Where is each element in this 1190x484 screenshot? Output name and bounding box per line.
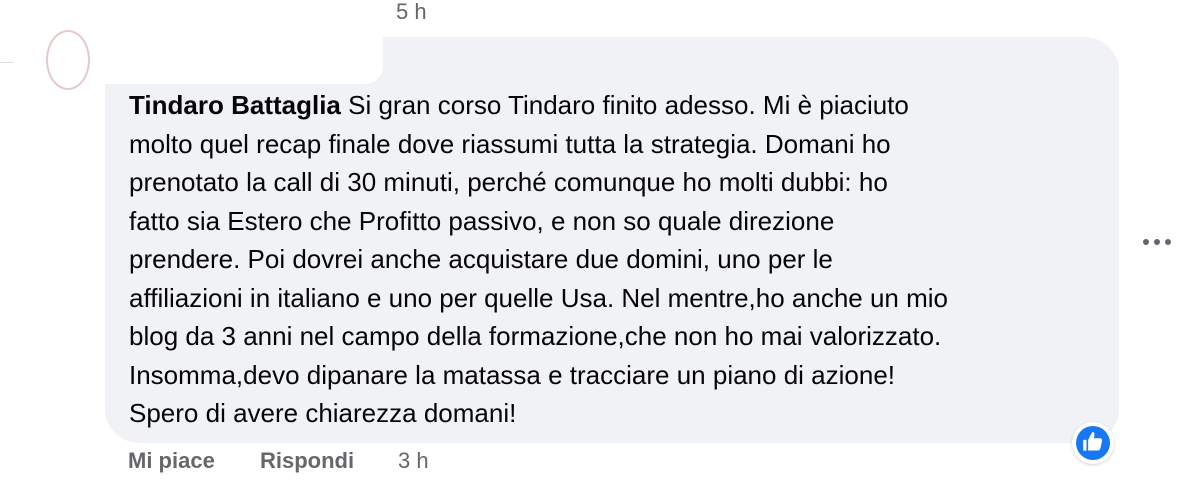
reaction-badge[interactable] [1072, 422, 1114, 464]
bubble-cutout [105, 30, 383, 84]
more-dot [1165, 239, 1171, 245]
avatar[interactable] [46, 30, 90, 90]
reply-button[interactable]: Rispondi [260, 448, 354, 474]
comment-author-name[interactable]: Tindaro Battaglia [129, 90, 341, 120]
more-options-icon[interactable] [1143, 226, 1173, 256]
like-thumb-icon [1083, 432, 1103, 451]
thread-connector-line [0, 62, 14, 63]
avatar-image [46, 30, 90, 90]
like-button[interactable]: Mi piace [128, 448, 215, 474]
comment-timestamp[interactable]: 3 h [398, 448, 429, 474]
more-dot [1154, 239, 1160, 245]
comment-body: Tindaro Battaglia Si gran corso Tindaro … [129, 86, 1119, 433]
more-dot [1143, 239, 1149, 245]
comment-text: Si gran corso Tindaro finito adesso. Mi … [129, 90, 949, 428]
previous-comment-timestamp[interactable]: 5 h [396, 0, 427, 24]
